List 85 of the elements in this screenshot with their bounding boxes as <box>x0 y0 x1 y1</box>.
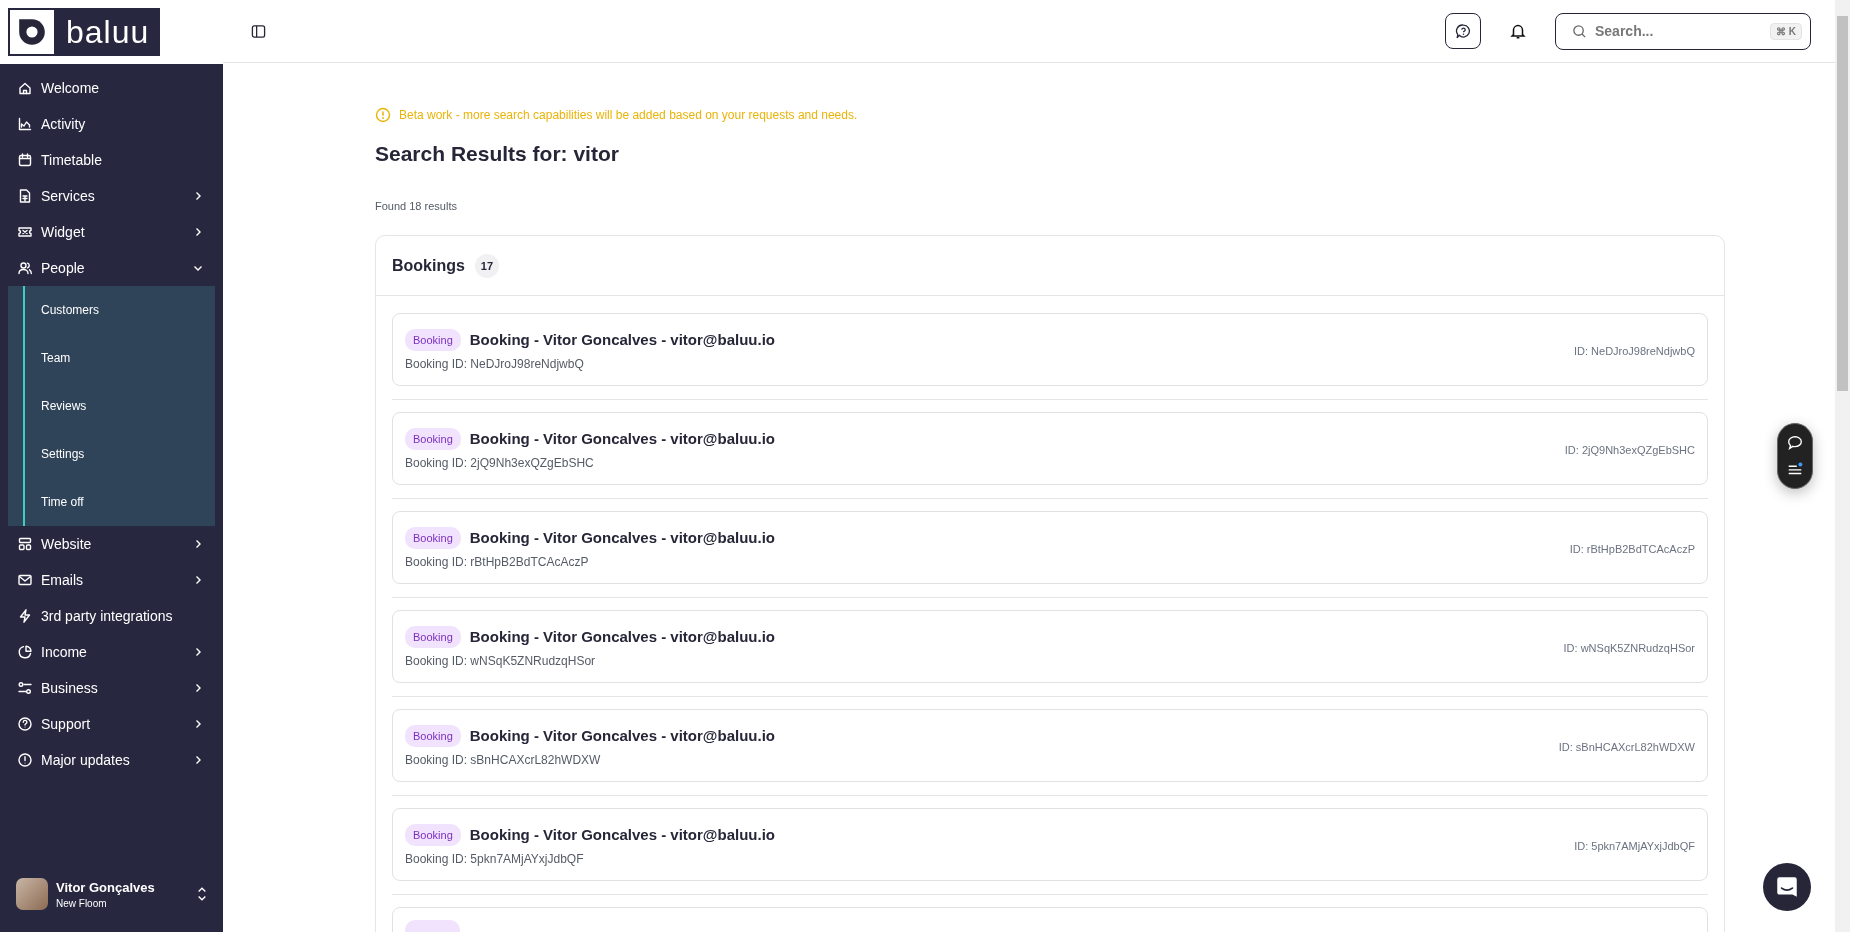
lightning-icon <box>17 608 33 624</box>
result-card[interactable]: Booking Booking - Vitor Goncalves - vitor@baluu.io Booking ID: NeDJroJ98reNdjwbQ ID: NeDJroJ98reNdjwbQ <box>392 313 1708 386</box>
type-tag: Booking <box>405 823 461 846</box>
type-tag: Booking <box>405 625 461 648</box>
result-count: Found 18 results <box>375 200 458 212</box>
chat-launcher-button[interactable] <box>1763 863 1811 911</box>
nav-item[interactable]: Income <box>0 634 223 670</box>
result-card[interactable]: Booking Booking - Vitor Goncalves - vitor@baluu.io Booking ID: wNSqK5ZNRudzqHSor ID: wNSqK5ZNRudzqHSor <box>392 610 1708 683</box>
nav-item[interactable]: Welcome <box>0 70 223 106</box>
result-title: Booking - Vitor Goncalves - vitor@baluu.io <box>469 430 775 447</box>
result-title: Booking - Vitor Goncalves - vitor@baluu.io <box>469 529 775 546</box>
section-title: Bookings <box>392 256 465 275</box>
nav-item[interactable]: People <box>0 250 223 286</box>
result-title: Booking - Vitor Goncalves - vitor@baluu.io <box>469 826 775 843</box>
sliders-icon <box>17 680 33 696</box>
logo-mark-icon <box>10 10 54 54</box>
help-bubble-icon <box>1454 22 1472 40</box>
result-id: ID: rBtHpB2BdTCAcAczP <box>1569 543 1695 555</box>
result-subtitle: Booking ID: NeDJroJ98reNdjwbQ <box>405 356 585 371</box>
people-icon <box>17 260 33 276</box>
submenu-item[interactable]: Time off <box>25 478 215 526</box>
chart-icon <box>17 116 33 132</box>
layout-icon <box>17 536 33 552</box>
type-tag: Booking <box>405 724 461 747</box>
result-card[interactable]: Booking Booking - Vitor Goncalves - vitor@baluu.io Booking ID: rBtHpB2BdTCAcAczP ID: rBtHpB2BdTCAcAczP <box>392 511 1708 584</box>
page-heading: Search Results for: vitor <box>375 142 620 166</box>
help-chat-button[interactable] <box>1445 13 1481 49</box>
nav-item[interactable]: Timetable <box>0 142 223 178</box>
keyboard-shortcut: ⌘ K <box>1770 22 1802 40</box>
result-card[interactable]: Booking Booking - Vitor Goncalves - vitor@baluu.io Booking ID: 5pkn7AMjAYxjJdbQF ID: 5pkn7AMjAYxjJdbQF <box>392 808 1708 881</box>
mail-icon <box>17 572 33 588</box>
result-title: Booking - Vitor Goncalves - vitor@baluu.io <box>469 331 775 348</box>
submenu-item[interactable]: Reviews <box>25 382 215 430</box>
nav-item[interactable]: Support <box>0 706 223 742</box>
search-icon <box>1572 23 1587 39</box>
alert-icon <box>375 107 391 123</box>
result-card[interactable]: Booking Booking - Vitor Goncalves - vitor@baluu.io Booking ID: sBnHCAXcrL82hWDXW ID: sBnHCAXcrL82hWDXW <box>392 709 1708 782</box>
nav-item[interactable]: 3rd party integrations <box>0 598 223 634</box>
result-subtitle: Booking ID: sBnHCAXcrL82hWDXW <box>405 752 602 767</box>
beta-notice: Beta work - more search capabilities will be added based on your requests and needs. <box>399 108 858 122</box>
nav-item[interactable]: Activity <box>0 106 223 142</box>
pie-chart-icon <box>17 644 33 660</box>
type-tag: Booking <box>405 526 461 549</box>
result-subtitle: Booking ID: wNSqK5ZNRudzqHSor <box>405 653 597 668</box>
submenu-item[interactable]: Settings <box>25 430 215 478</box>
workspace-name: New Floom <box>56 897 108 909</box>
nav-item[interactable]: Services <box>0 178 223 214</box>
logo[interactable]: baluu <box>8 8 160 56</box>
nav-item[interactable]: Business <box>0 670 223 706</box>
help-circle-icon <box>17 716 33 732</box>
search-bar[interactable]: Search... ⌘ K <box>1555 12 1811 50</box>
result-id: ID: sBnHCAXcrL82hWDXW <box>1558 741 1695 753</box>
result-subtitle: Booking ID: 5pkn7AMjAYxjJdbQF <box>405 851 585 866</box>
chat-icon <box>1774 874 1800 900</box>
submenu-item[interactable]: Customers <box>25 286 215 334</box>
alert-circle-icon <box>17 752 33 768</box>
document-icon <box>17 188 33 204</box>
ticket-icon <box>17 224 33 240</box>
result-id: ID: 2jQ9Nh3exQZgEbSHC <box>1564 444 1695 456</box>
result-subtitle: Booking ID: rBtHpB2BdTCAcAczP <box>405 554 590 569</box>
type-tag: Booking <box>405 328 461 351</box>
result-id: ID: NeDJroJ98reNdjwbQ <box>1573 345 1695 357</box>
user-name: Vitor Gonçalves <box>56 879 156 895</box>
user-switcher[interactable]: Vitor Gonçalves New Floom <box>0 858 223 930</box>
chat-bubble-icon[interactable] <box>1786 434 1804 452</box>
result-title: Booking - Vitor Goncalves - vitor@baluu.io <box>469 727 775 744</box>
result-id: ID: 5pkn7AMjAYxjJdbQF <box>1574 840 1695 852</box>
scrollbar-thumb[interactable] <box>1837 16 1848 391</box>
nav-item[interactable]: Major updates <box>0 742 223 778</box>
calendar-icon <box>17 152 33 168</box>
nav-item[interactable]: Widget <box>0 214 223 250</box>
result-subtitle: Booking ID: 2jQ9Nh3exQZgEbSHC <box>405 455 595 470</box>
nav-item[interactable]: Emails <box>0 562 223 598</box>
up-down-chevron-icon <box>197 886 207 902</box>
nav-item[interactable]: Website <box>0 526 223 562</box>
scrollbar[interactable] <box>1835 0 1850 932</box>
submenu-item[interactable]: Team <box>25 334 215 382</box>
avatar-photo-placeholder <box>16 878 48 910</box>
result-title: Booking - Vitor Goncalves - vitor@baluu.io <box>469 628 775 645</box>
floating-widget[interactable] <box>1777 423 1813 489</box>
home-icon <box>17 80 33 96</box>
result-card[interactable]: Booking Booking - Vitor Goncalves - vitor@baluu.io Booking ID: 2jQ9Nh3exQZgEbSHC ID: 2jQ9Nh3exQZgEbSHC <box>392 412 1708 485</box>
count-badge: 17 <box>474 253 499 278</box>
type-tag: Booking <box>405 427 461 450</box>
result-id: ID: wNSqK5ZNRudzqHSor <box>1563 642 1695 654</box>
